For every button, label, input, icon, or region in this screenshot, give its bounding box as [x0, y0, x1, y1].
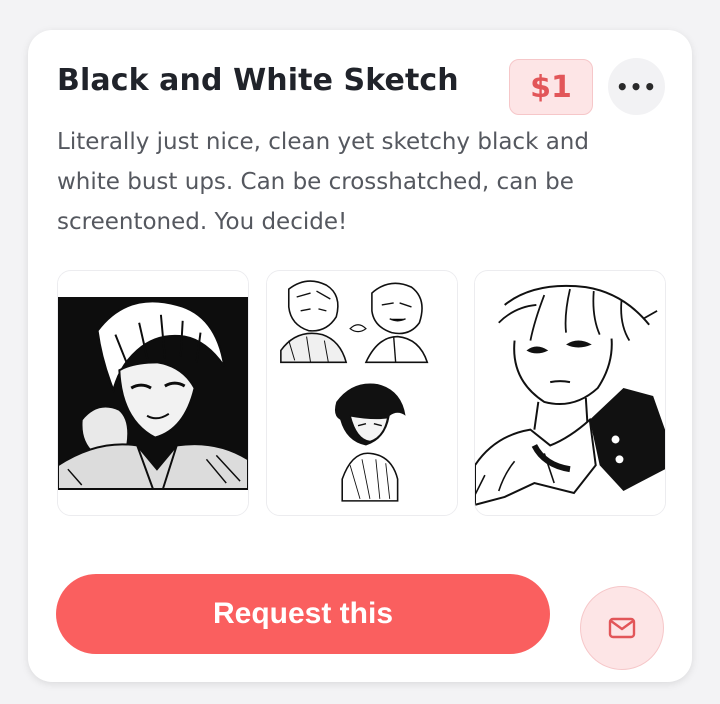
example-image-1[interactable] [57, 270, 249, 516]
card-description: Literally just nice, clean yet sketchy b… [57, 129, 589, 235]
more-options-button[interactable]: ••• [608, 58, 665, 115]
example-image-2[interactable] [266, 270, 458, 516]
sketch-portrait-dark [58, 271, 248, 515]
mail-icon [608, 617, 636, 639]
commission-card: Black and White Sketch $1 ••• Literally … [28, 30, 692, 682]
price-badge: $1 [509, 59, 593, 115]
card-title: Black and White Sketch [57, 63, 459, 98]
message-button[interactable] [580, 586, 664, 670]
request-button[interactable]: Request this [56, 574, 550, 654]
example-image-3[interactable] [474, 270, 666, 516]
sketch-collage [267, 271, 457, 515]
sketch-portrait-collar [475, 271, 665, 515]
more-horizontal-icon: ••• [615, 74, 658, 99]
